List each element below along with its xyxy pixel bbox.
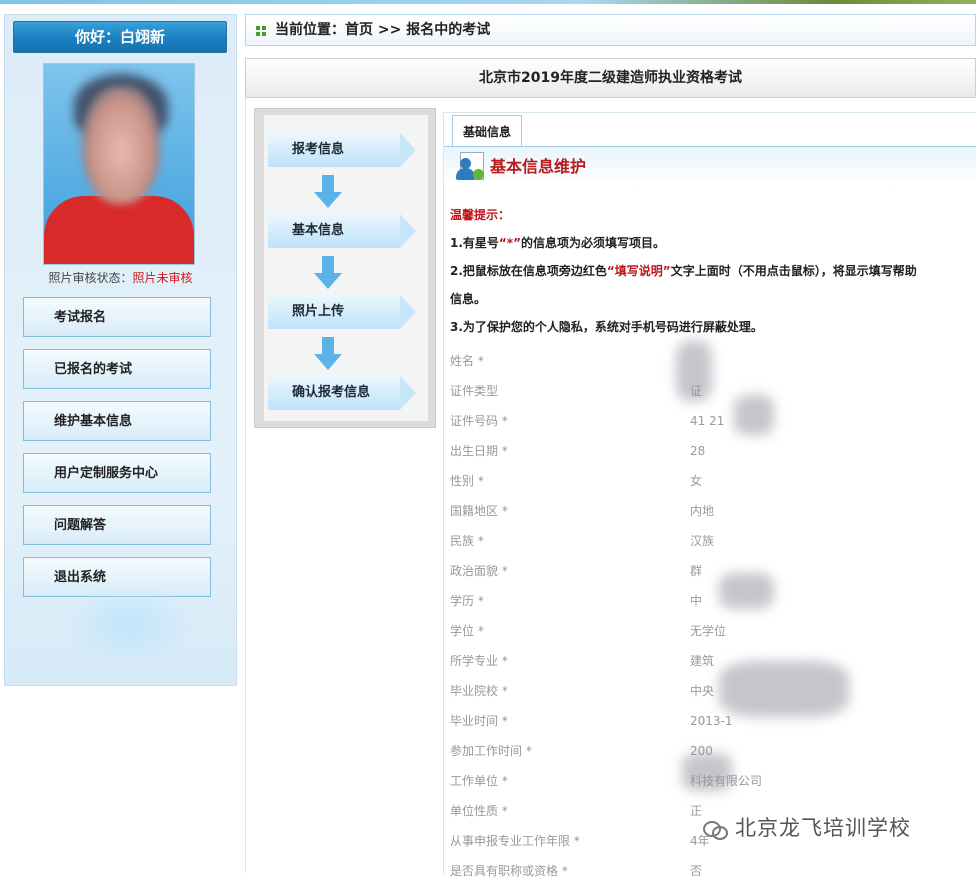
user-profile-icon bbox=[454, 152, 484, 182]
form-row: 证件号码 * 41 21 bbox=[450, 406, 970, 436]
form-field-label: 所学专业 * bbox=[450, 654, 508, 668]
watermark-text: 北京龙飞培训学校 bbox=[735, 816, 911, 840]
watermark: 北京龙飞培训学校 bbox=[703, 812, 911, 842]
form-field-label: 是否具有职称或资格 * bbox=[450, 864, 568, 878]
wechat-icon bbox=[703, 819, 729, 840]
tip-line-2-cont: 信息。 bbox=[450, 292, 487, 306]
form-row: 国籍地区 * 内地 bbox=[450, 496, 970, 526]
decorative-glow bbox=[65, 585, 195, 665]
form-row: 民族 * 汉族 bbox=[450, 526, 970, 556]
step-label: 确认报考信息 bbox=[268, 376, 400, 410]
form-field-label: 民族 * bbox=[450, 534, 484, 548]
form-row: 政治面貌 * 群 bbox=[450, 556, 970, 586]
form-field-value: 2013-1 bbox=[690, 714, 733, 728]
arrow-down-icon bbox=[314, 337, 342, 371]
form-field-label: 姓名 * bbox=[450, 354, 484, 368]
form-field-label: 国籍地区 * bbox=[450, 504, 508, 518]
tips-block: 温馨提示： 1.有星号“*”的信息项为必须填写项目。 2.把鼠标放在信息项旁边红… bbox=[450, 201, 970, 341]
form-field-label: 证件类型 bbox=[450, 384, 499, 398]
step-confirm-info[interactable]: 确认报考信息 bbox=[268, 376, 418, 410]
arrow-down-icon bbox=[314, 175, 342, 209]
form-field-label: 政治面貌 * bbox=[450, 564, 508, 578]
form-field-label: 单位性质 * bbox=[450, 804, 508, 818]
form-field-value: 41 21 bbox=[690, 414, 725, 428]
form-field-value: 28 bbox=[690, 444, 706, 458]
form-field-value: 建筑 bbox=[690, 654, 715, 668]
step-label: 照片上传 bbox=[268, 295, 400, 329]
tip-text: 的信息项为必须填写项目。 bbox=[520, 236, 665, 250]
form-field-value: 女 bbox=[690, 474, 703, 488]
form-field-value: 汉族 bbox=[690, 534, 715, 548]
form-row: 性别 * 女 bbox=[450, 466, 970, 496]
user-photo bbox=[43, 63, 195, 265]
form-field-value: 无学位 bbox=[690, 624, 727, 638]
photo-status-value: 照片未审核 bbox=[132, 271, 193, 285]
form-field-label: 毕业时间 * bbox=[450, 714, 508, 728]
privacy-mask bbox=[734, 395, 774, 435]
tip-line-3: 3.为了保护您的个人隐私，系统对手机号码进行屏蔽处理。 bbox=[450, 320, 763, 334]
breadcrumb: 当前位置：首页 >> 报名中的考试 bbox=[245, 14, 976, 46]
tip-highlight: “*” bbox=[498, 236, 521, 250]
tip-text: 1.有星号 bbox=[450, 236, 499, 250]
step-label: 基本信息 bbox=[268, 214, 400, 248]
divider bbox=[245, 98, 246, 873]
privacy-mask bbox=[682, 753, 732, 791]
form-field-value: 群 bbox=[690, 564, 703, 578]
basic-info-panel: 基础信息 基本信息维护 温馨提示： 1.有星号“*”的信息项为必须填写项目。 2… bbox=[443, 112, 976, 878]
steps-panel: 报考信息 基本信息 照片上传 确认报考信息 bbox=[254, 108, 436, 428]
tip-text: 文字上面时（不用点击鼠标），将显示填写帮助 bbox=[670, 264, 917, 278]
tip-highlight: “填写说明” bbox=[606, 264, 671, 278]
sidebar: 你好：白翊新 照片审核状态：照片未审核 考试报名 已报名的考试 维护基本信息 用… bbox=[4, 14, 237, 686]
form-row: 出生日期 * 28 bbox=[450, 436, 970, 466]
tip-text: 2.把鼠标放在信息项旁边红色 bbox=[450, 264, 607, 278]
form-field-label: 性别 * bbox=[450, 474, 484, 488]
photo-status-label: 照片审核状态： bbox=[48, 271, 133, 285]
step-label: 报考信息 bbox=[268, 133, 400, 167]
form-row: 所学专业 * 建筑 bbox=[450, 646, 970, 676]
arrow-down-icon bbox=[314, 256, 342, 290]
breadcrumb-text: 当前位置：首页 >> 报名中的考试 bbox=[275, 22, 491, 38]
step-apply-info[interactable]: 报考信息 bbox=[268, 133, 418, 167]
nav-maintain-basic-info[interactable]: 维护基本信息 bbox=[23, 401, 211, 441]
step-basic-info[interactable]: 基本信息 bbox=[268, 214, 418, 248]
form-row: 学历 * 中 bbox=[450, 586, 970, 616]
privacy-mask bbox=[676, 341, 712, 401]
privacy-mask bbox=[719, 573, 774, 609]
top-banner-strip bbox=[0, 0, 976, 4]
nav-registered-exams[interactable]: 已报名的考试 bbox=[23, 349, 211, 389]
photo-status: 照片审核状态：照片未审核 bbox=[5, 269, 236, 286]
form-row: 毕业院校 * 中央 bbox=[450, 676, 970, 706]
tips-heading: 温馨提示： bbox=[450, 208, 511, 222]
tab-basic-info[interactable]: 基础信息 bbox=[452, 115, 522, 147]
form-row: 是否具有职称或资格 * 否 bbox=[450, 856, 970, 886]
nav-faq[interactable]: 问题解答 bbox=[23, 505, 211, 545]
form-field-label: 毕业院校 * bbox=[450, 684, 508, 698]
form-field-value: 中央 bbox=[690, 684, 715, 698]
form-field-value: 中 bbox=[690, 594, 703, 608]
form-field-value: 正 bbox=[690, 804, 703, 818]
form-field-label: 出生日期 * bbox=[450, 444, 508, 458]
form-field-label: 从事申报专业工作年限 * bbox=[450, 834, 580, 848]
nav-exam-registration[interactable]: 考试报名 bbox=[23, 297, 211, 337]
form-field-label: 学历 * bbox=[450, 594, 484, 608]
grid-icon bbox=[256, 26, 266, 36]
form-field-label: 证件号码 * bbox=[450, 414, 508, 428]
exam-title: 北京市2019年度二级建造师执业资格考试 bbox=[245, 58, 976, 98]
tip-line-2: 2.把鼠标放在信息项旁边红色“填写说明”文字上面时（不用点击鼠标），将显示填写帮… bbox=[450, 257, 970, 285]
form-row: 毕业时间 * 2013-1 bbox=[450, 706, 970, 736]
form-field-value: 内地 bbox=[690, 504, 715, 518]
user-greeting: 你好：白翊新 bbox=[13, 21, 227, 53]
privacy-mask bbox=[719, 661, 849, 717]
step-photo-upload[interactable]: 照片上传 bbox=[268, 295, 418, 329]
form-field-label: 学位 * bbox=[450, 624, 484, 638]
tip-line-1: 1.有星号“*”的信息项为必须填写项目。 bbox=[450, 229, 970, 257]
form-field-value: 否 bbox=[690, 864, 703, 878]
form-field-label: 参加工作时间 * bbox=[450, 744, 532, 758]
form-row: 学位 * 无学位 bbox=[450, 616, 970, 646]
form-field-label: 工作单位 * bbox=[450, 774, 508, 788]
section-header: 基本信息维护 bbox=[444, 147, 976, 187]
section-title: 基本信息维护 bbox=[490, 157, 587, 176]
nav-custom-service-center[interactable]: 用户定制服务中心 bbox=[23, 453, 211, 493]
